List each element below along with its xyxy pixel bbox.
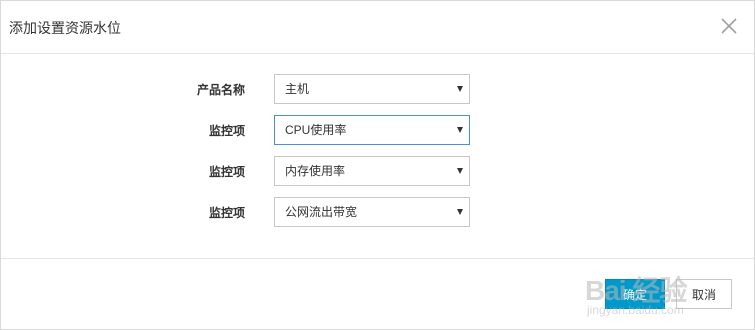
cancel-button[interactable]: 取消	[676, 279, 732, 309]
chevron-down-icon	[457, 127, 463, 133]
monitor-item-value: 公网流出带宽	[285, 205, 358, 219]
form-row-monitor-memory: 监控项 内存使用率	[1, 156, 754, 188]
chevron-down-icon	[457, 168, 463, 174]
form-row-monitor-cpu: 监控项 CPU使用率	[1, 115, 754, 147]
dialog: 添加设置资源水位 产品名称 主机 监控项 CPU使用率 监控项 内存使用率 监控…	[0, 0, 755, 330]
dialog-title: 添加设置资源水位	[9, 20, 121, 36]
monitor-item-label: 监控项	[208, 124, 245, 138]
product-name-value: 主机	[285, 82, 310, 96]
close-icon[interactable]	[718, 15, 740, 37]
dialog-body: 产品名称 主机 监控项 CPU使用率 监控项 内存使用率 监控项 公网流出带宽	[1, 54, 754, 258]
dialog-footer: 确定 取消	[1, 258, 754, 330]
monitor-item-select-bandwidth[interactable]: 公网流出带宽	[274, 197, 470, 227]
monitor-item-label: 监控项	[208, 165, 245, 179]
form-row-product: 产品名称 主机	[1, 74, 754, 106]
form-row-monitor-bandwidth: 监控项 公网流出带宽	[1, 197, 754, 229]
confirm-button[interactable]: 确定	[605, 279, 665, 309]
chevron-down-icon	[457, 86, 463, 92]
product-name-select[interactable]: 主机	[274, 74, 470, 104]
monitor-item-label: 监控项	[208, 206, 245, 220]
chevron-down-icon	[457, 209, 463, 215]
monitor-item-value: CPU使用率	[285, 123, 347, 137]
dialog-header: 添加设置资源水位	[1, 1, 754, 54]
product-name-label: 产品名称	[196, 83, 245, 97]
monitor-item-value: 内存使用率	[285, 164, 346, 178]
monitor-item-select-memory[interactable]: 内存使用率	[274, 156, 470, 186]
monitor-item-select-cpu[interactable]: CPU使用率	[274, 115, 470, 145]
